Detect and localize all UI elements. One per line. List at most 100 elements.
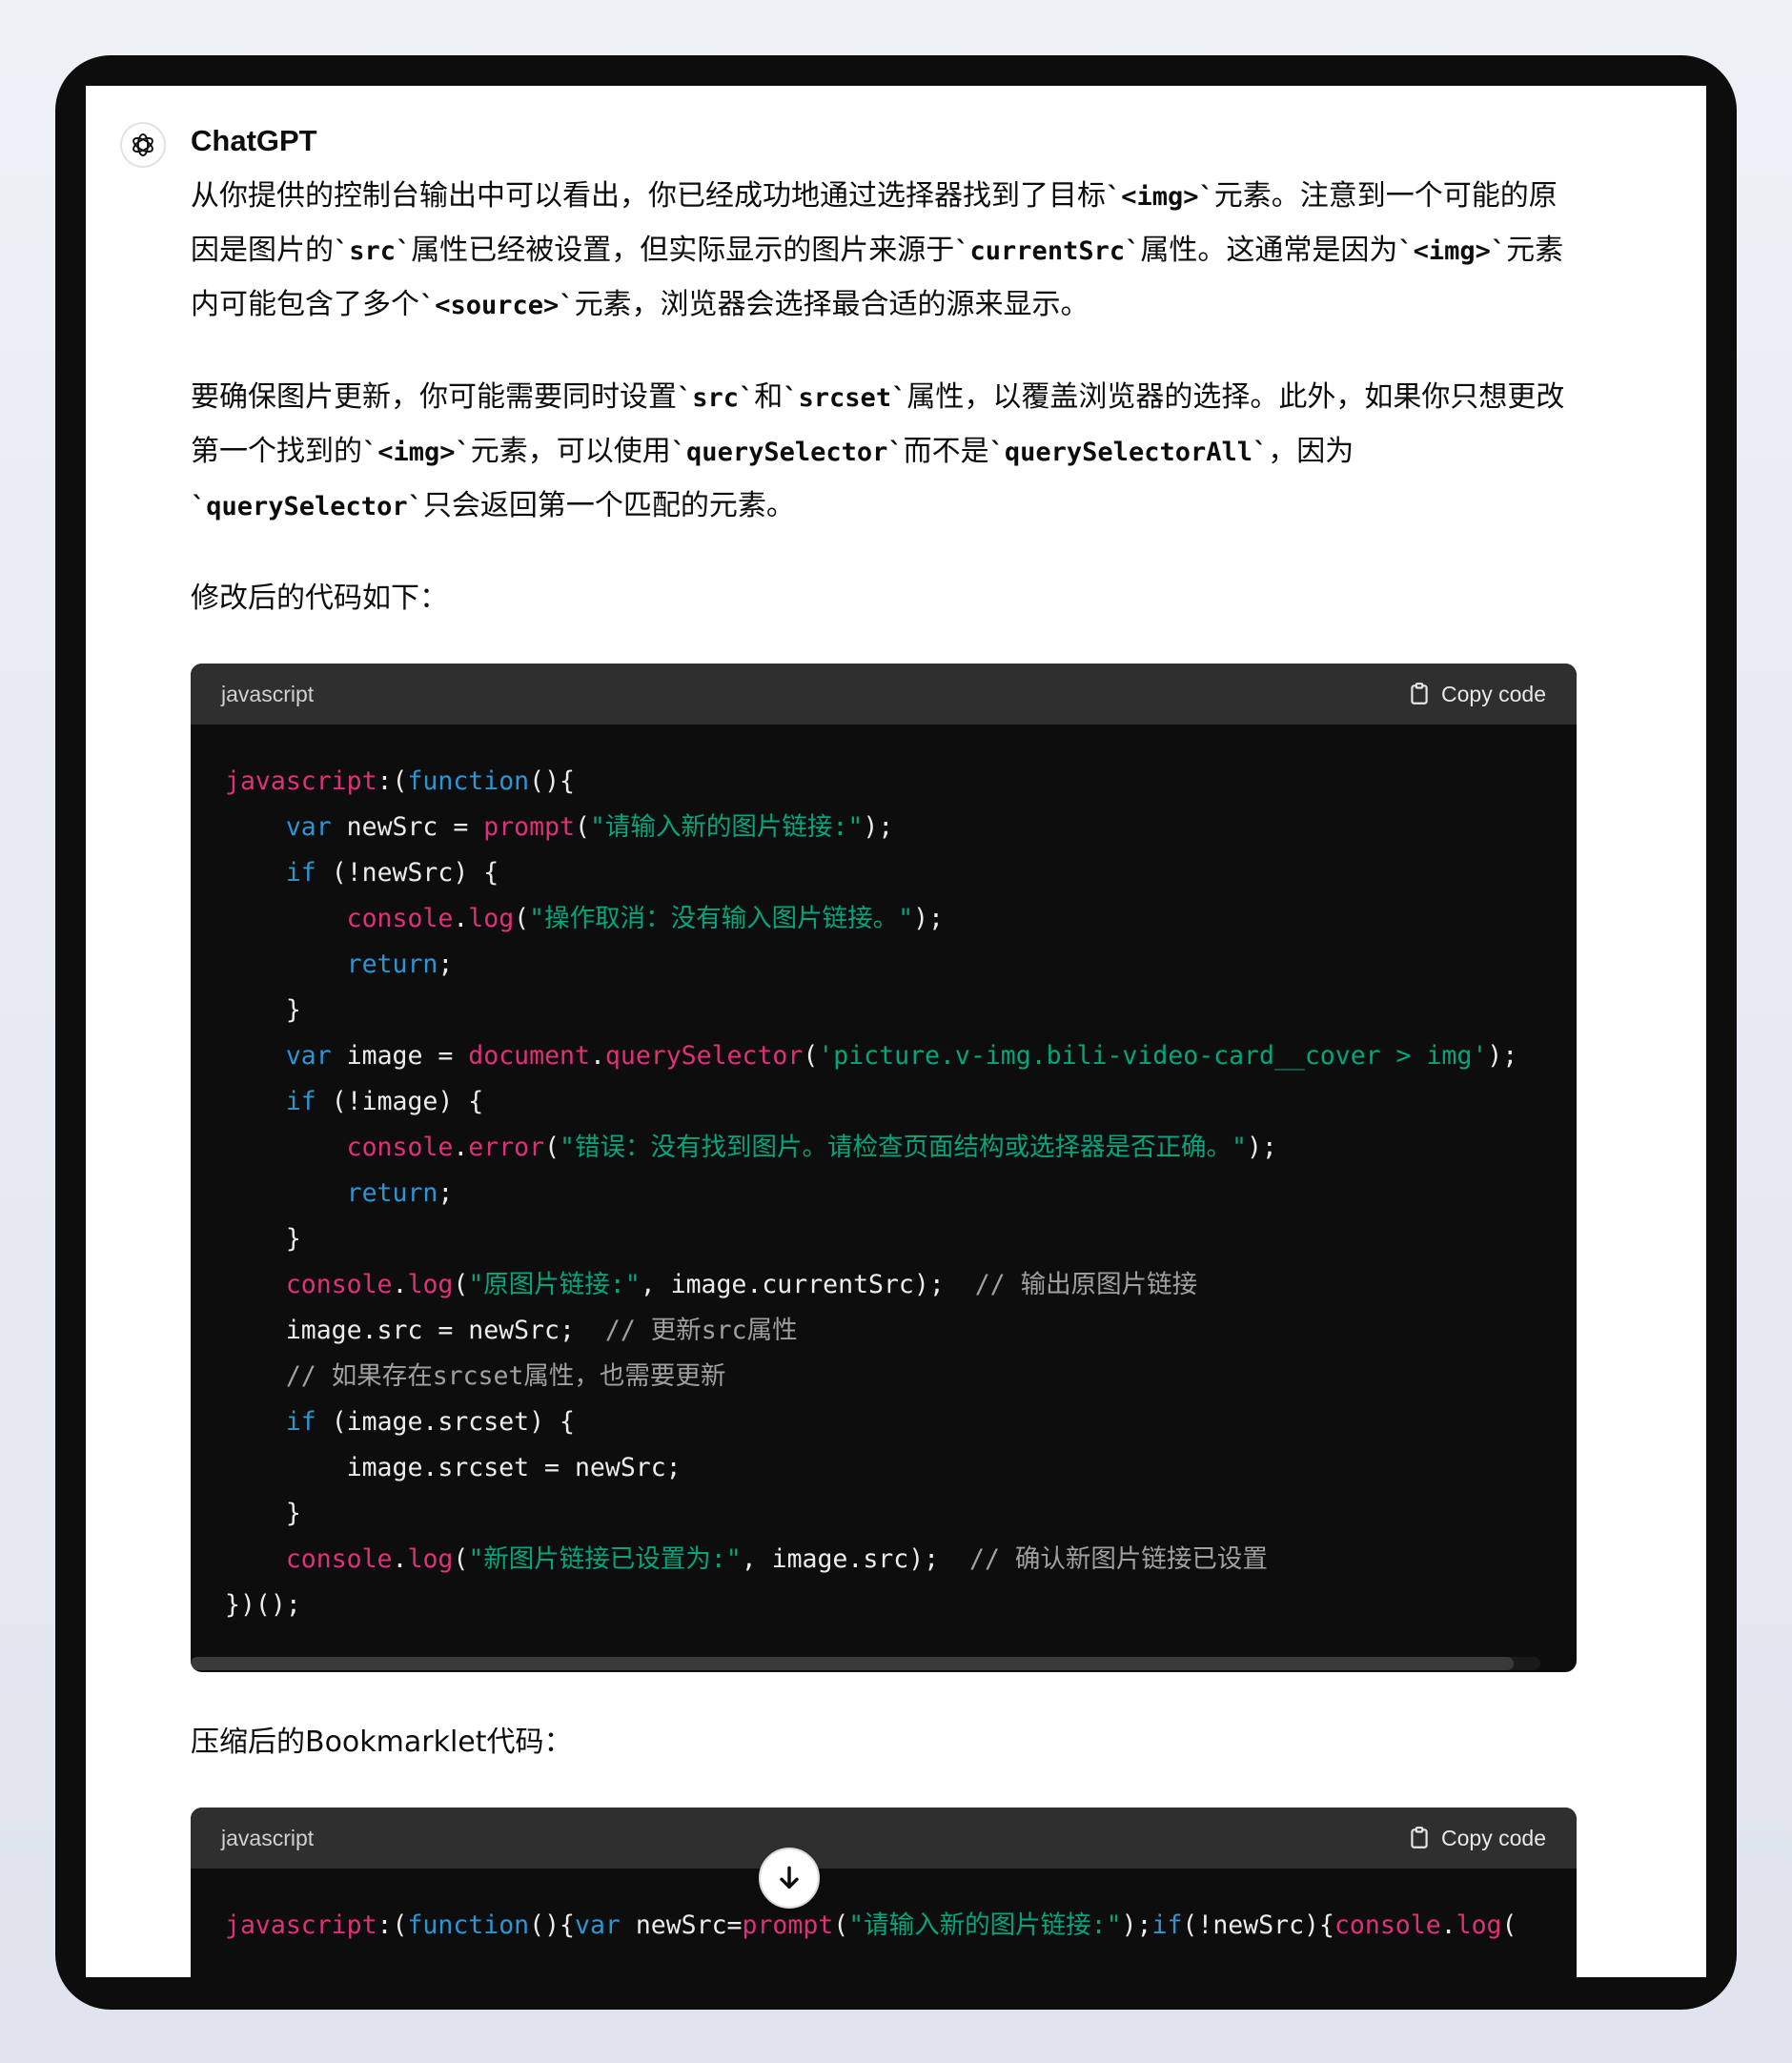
code-line: // 如果存在srcset属性，也需要更新 [225, 1354, 1577, 1399]
code-line: console.log("新图片链接已设置为:", image.src); //… [225, 1537, 1577, 1583]
code-token: console [1334, 1910, 1441, 1940]
copy-code-button[interactable]: Copy code [1407, 682, 1546, 707]
code-token: console [285, 1270, 393, 1299]
code-token: } [225, 995, 301, 1025]
code-token: var [574, 1910, 621, 1940]
chat-screen: ChatGPT 从你提供的控制台输出中可以看出，你已经成功地通过选择器找到了目标… [86, 86, 1706, 1977]
code-token: ( [453, 1544, 469, 1574]
code-token: ); [863, 812, 894, 842]
code-line: image.srcset = newSrc; [225, 1445, 1577, 1491]
paragraph-text: 从你提供的控制台输出中可以看出，你已经成功地通过选择器找到了目标 [191, 179, 1106, 213]
code-line: })(); [225, 1583, 1577, 1628]
code-token: console [346, 904, 454, 933]
inline-code: `<source>` [419, 291, 575, 320]
code-token: ( [514, 904, 530, 933]
code-line: } [225, 988, 1577, 1033]
code-token: error [468, 1133, 545, 1162]
code-token: prompt [483, 812, 575, 842]
code-token: log [407, 1544, 454, 1574]
code-token: // 如果存在srcset属性，也需要更新 [285, 1361, 726, 1391]
code-token: (!newSrc) { [316, 858, 499, 888]
code-token: ); [913, 904, 944, 933]
code-token: // 输出原图片链接 [974, 1270, 1198, 1299]
code-token: (){ [529, 766, 575, 796]
message-content: 从你提供的控制台输出中可以看出，你已经成功地通过选择器找到了目标`<img>` 元… [191, 170, 1577, 1977]
inline-code: `src` [677, 383, 755, 413]
code-line: image.src = newSrc; // 更新src属性 [225, 1308, 1577, 1354]
code-token: image = [331, 1041, 469, 1071]
code-token: (){ [529, 1910, 575, 1940]
code-token: . [453, 1133, 469, 1162]
paragraph-modified-intro: 修改后的代码如下： [191, 582, 448, 615]
code-token: image.src = newSrc; [225, 1316, 605, 1345]
code-line: var newSrc = prompt("请输入新的图片链接:"); [225, 805, 1577, 850]
code-token: if [1151, 1910, 1183, 1940]
code-token: ); [1246, 1133, 1277, 1162]
code-token: ( [544, 1133, 560, 1162]
code-line: console.log("原图片链接:", image.currentSrc);… [225, 1262, 1577, 1308]
code-token: (image.srcset) { [316, 1407, 575, 1437]
horizontal-scrollbar[interactable] [191, 1657, 1540, 1670]
code-token: // 确认新图片链接已设置 [969, 1544, 1268, 1574]
inline-code: `srcset` [783, 383, 907, 413]
code-body[interactable]: javascript:(function(){ var newSrc = pro… [191, 725, 1577, 1657]
paragraph-text: 元素，浏览器会选择最合适的源来显示。 [574, 288, 1089, 321]
code-token: "请输入新的图片链接:" [848, 1910, 1122, 1940]
code-token: javascript [225, 1910, 377, 1940]
paragraph-bookmarklet-intro: 压缩后的Bookmarklet代码： [191, 1726, 573, 1759]
code-token: ; [438, 1178, 454, 1208]
scrollbar-thumb[interactable] [191, 1657, 1514, 1670]
arrow-down-icon [780, 1866, 799, 1889]
code-token: console [346, 1133, 454, 1162]
code-token: ( [803, 1041, 819, 1071]
inline-code: `<img>` [1106, 182, 1214, 212]
paragraph-text: 属性已经被设置，但实际显示的图片来源于 [411, 234, 955, 267]
paragraph-solution: 要确保图片更新，你可能需要同时设置`src`和`srcset`属性，以覆盖浏览器… [191, 371, 1577, 534]
code-token: . [392, 1544, 408, 1574]
code-line: if (!image) { [225, 1079, 1577, 1125]
code-line: } [225, 1216, 1577, 1262]
code-header: javascript Copy code [191, 1808, 1577, 1869]
copy-code-label: Copy code [1441, 1825, 1546, 1850]
code-token: 'picture.v-img.bili-video-card__cover > … [818, 1041, 1488, 1071]
code-token: "错误：没有找到图片。请检查页面结构或选择器是否正确。" [560, 1133, 1247, 1162]
code-token: . [453, 904, 469, 933]
code-line: console.log("操作取消：没有输入图片链接。"); [225, 896, 1577, 942]
code-token: ); [1121, 1910, 1152, 1940]
code-token: :( [377, 766, 408, 796]
openai-logo-icon [132, 133, 153, 156]
code-token: . [589, 1041, 605, 1071]
code-token: "请输入新的图片链接:" [589, 812, 864, 842]
code-token: log [468, 904, 515, 933]
code-token: , image.src); [741, 1544, 970, 1574]
code-token: (!image) { [316, 1087, 484, 1116]
code-token: ( [574, 812, 590, 842]
paragraph-text: 属性。这通常是因为 [1140, 234, 1398, 267]
paragraph-text: 和 [754, 380, 784, 414]
code-token: , image.currentSrc); [640, 1270, 975, 1299]
code-token: console [285, 1544, 393, 1574]
code-token: return [346, 950, 438, 979]
code-line: } [225, 1491, 1577, 1537]
code-token: // 更新src属性 [604, 1316, 798, 1345]
code-token: javascript [225, 766, 377, 796]
code-line: if (image.srcset) { [225, 1399, 1577, 1445]
code-token: if [285, 1407, 316, 1437]
code-token: if [285, 1087, 316, 1116]
author-name: ChatGPT [191, 124, 317, 157]
code-line: return; [225, 942, 1577, 988]
code-body[interactable]: javascript:(function(){var newSrc=prompt… [191, 1869, 1577, 1977]
paragraph-text: 元素，可以使用 [470, 435, 671, 468]
inline-code: `currentSrc` [954, 236, 1141, 266]
paragraph-text: 要确保图片更新，你可能需要同时设置 [191, 380, 677, 414]
code-token: var [285, 1041, 332, 1071]
scroll-to-bottom-button[interactable] [759, 1848, 820, 1909]
copy-code-button[interactable]: Copy code [1407, 1826, 1546, 1851]
code-token: ( [1501, 1910, 1517, 1940]
code-token: :( [377, 1910, 408, 1940]
